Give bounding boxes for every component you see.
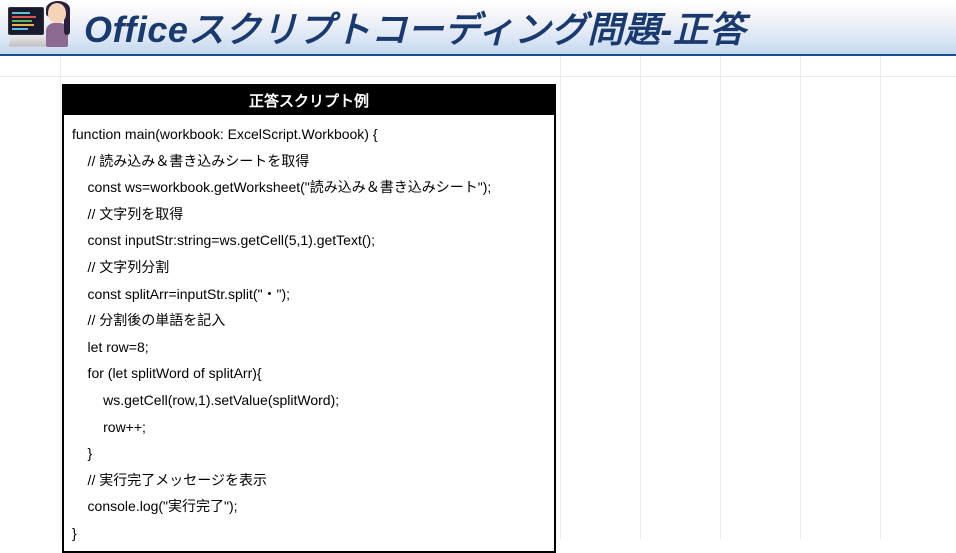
code-line: for (let splitWord of splitArr){ bbox=[72, 360, 546, 387]
grid-line bbox=[800, 56, 801, 539]
code-line: function main(workbook: ExcelScript.Work… bbox=[72, 121, 546, 148]
code-box: 正答スクリプト例 function main(workbook: ExcelSc… bbox=[62, 84, 556, 553]
code-line: } bbox=[72, 440, 546, 467]
code-line: let row=8; bbox=[72, 334, 546, 361]
code-line: console.log("実行完了"); bbox=[72, 493, 546, 520]
page-title: Officeスクリプトコーディング問題-正答 bbox=[84, 1, 746, 53]
code-line: } bbox=[72, 520, 546, 547]
coder-icon bbox=[4, 0, 76, 55]
code-line: // 文字列を取得 bbox=[72, 201, 546, 228]
code-line: // 実行完了メッセージを表示 bbox=[72, 467, 546, 494]
grid-line bbox=[560, 56, 561, 539]
grid-line bbox=[0, 76, 956, 77]
code-line: const splitArr=inputStr.split("・"); bbox=[72, 281, 546, 308]
page-header: Officeスクリプトコーディング問題-正答 bbox=[0, 0, 956, 56]
code-box-title: 正答スクリプト例 bbox=[64, 86, 554, 115]
code-line: row++; bbox=[72, 414, 546, 441]
grid-line bbox=[720, 56, 721, 539]
grid-line bbox=[880, 56, 881, 539]
content-area: 正答スクリプト例 function main(workbook: ExcelSc… bbox=[0, 56, 956, 553]
code-line: // 分割後の単語を記入 bbox=[72, 307, 546, 334]
code-line: ws.getCell(row,1).setValue(splitWord); bbox=[72, 387, 546, 414]
code-line: // 文字列分割 bbox=[72, 254, 546, 281]
code-line: const ws=workbook.getWorksheet("読み込み＆書き込… bbox=[72, 174, 546, 201]
code-line: const inputStr:string=ws.getCell(5,1).ge… bbox=[72, 227, 546, 254]
code-line: // 読み込み＆書き込みシートを取得 bbox=[72, 148, 546, 175]
code-body: function main(workbook: ExcelScript.Work… bbox=[64, 115, 554, 551]
grid-line bbox=[60, 56, 61, 539]
grid-line bbox=[640, 56, 641, 539]
